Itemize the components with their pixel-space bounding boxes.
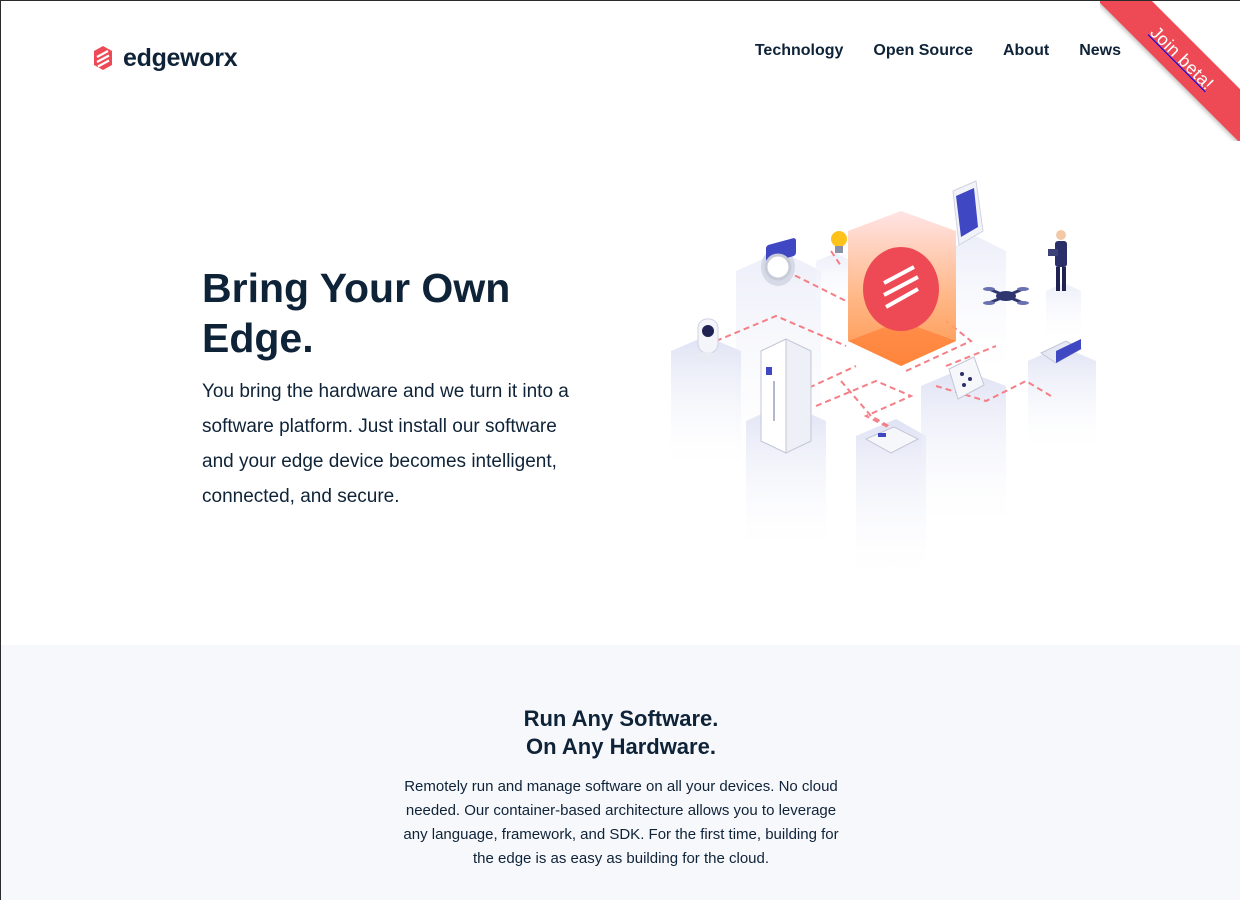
logo-link[interactable]: edgeworx: [91, 43, 238, 73]
phone: [952, 180, 984, 246]
join-beta-ribbon-wrap: Join beta!: [1100, 1, 1240, 141]
features-section: Run Any Software. On Any Hardware. Remot…: [1, 645, 1240, 900]
fridge: [760, 338, 812, 454]
join-beta-ribbon[interactable]: Join beta!: [1100, 1, 1240, 141]
join-beta-label: Join beta!: [1146, 21, 1219, 94]
nav-open-source[interactable]: Open Source: [873, 42, 973, 60]
edgeworx-logo-icon: [94, 46, 112, 70]
main-nav: Technology Open Source About News: [755, 42, 1121, 60]
brand-name: edgeworx: [123, 43, 238, 72]
features-text: Remotely run and manage software on all …: [403, 778, 839, 867]
hero-text: You bring the hardware and we turn it in…: [202, 381, 569, 507]
isometric-devices-illustration: [671, 180, 1096, 586]
camera: [694, 318, 719, 362]
features-title-line2: On Any Hardware.: [526, 734, 716, 759]
nav-about[interactable]: About: [1003, 42, 1049, 60]
features-title: Run Any Software. On Any Hardware.: [1, 705, 1240, 761]
site-header: edgeworx Technology Open Source About Ne…: [1, 1, 1240, 111]
hero-title: Bring Your Own Edge.: [202, 265, 511, 361]
lightbulb: [831, 231, 847, 253]
person: [1048, 230, 1067, 291]
features-title-line1: Run Any Software.: [523, 706, 719, 731]
smartwatch: [761, 238, 796, 286]
hub: [848, 211, 956, 366]
page: edgeworx Technology Open Source About Ne…: [0, 0, 1240, 900]
nav-technology[interactable]: Technology: [755, 42, 844, 60]
